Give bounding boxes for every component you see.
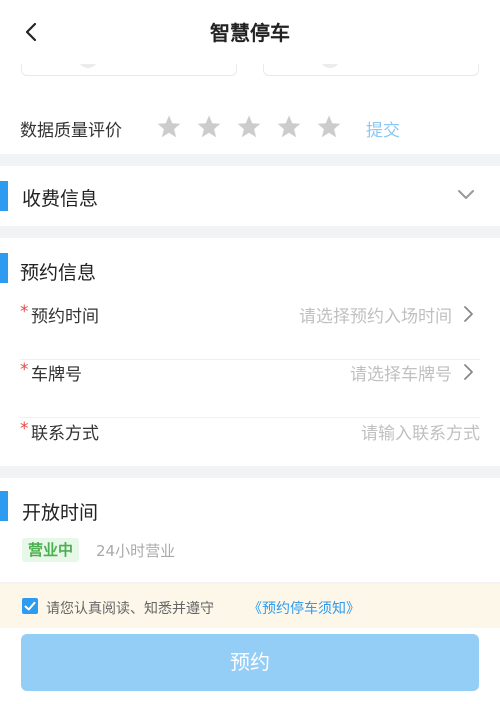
plate-number-field[interactable]: * 车牌号 请选择车牌号 [20,360,480,418]
chevron-right-icon [464,364,473,380]
agreement-checkbox[interactable] [22,598,38,614]
star-icon[interactable] [156,114,182,140]
reservation-time-placeholder[interactable]: 请选择预约入场时间 [299,302,452,327]
plate-number-placeholder[interactable]: 请选择车牌号 [350,360,452,385]
rating-submit-link[interactable]: 提交 [366,116,400,141]
field-label: 车牌号 [31,365,82,385]
open-hours-title: 开放时间 [22,502,99,524]
chevron-right-icon [464,306,473,322]
agreement-bar: 请您认真阅读、知悉并遵守 《预约停车须知》 [0,584,500,628]
status-badge: 营业中 [22,538,80,562]
nav-bar: 智慧停车 [0,0,500,64]
reservation-section: 预约信息 * 预约时间 请选择预约入场时间 * 车牌号 请选择车牌号 * 联系方… [0,238,500,466]
required-mark: * [20,360,29,380]
star-icon[interactable] [236,114,262,140]
contact-field[interactable]: * 联系方式 请输入联系方式 [20,419,480,477]
reservation-section-title: 预约信息 [20,262,97,284]
section-accent-bar [0,181,8,211]
footer: 预约 [0,628,500,704]
fee-section[interactable]: 收费信息 [0,166,500,226]
star-rating[interactable] [156,114,342,140]
star-icon[interactable] [196,114,222,140]
chevron-down-icon[interactable] [456,188,476,202]
section-accent-bar [0,253,8,283]
contact-input[interactable]: 请输入联系方式 [361,419,480,444]
page-title: 智慧停车 [210,21,290,45]
field-label: 联系方式 [31,424,99,444]
star-icon[interactable] [276,114,302,140]
field-label: 预约时间 [31,307,99,327]
agreement-link[interactable]: 《预约停车须知》 [248,598,360,618]
fee-section-title: 收费信息 [22,188,99,210]
hours-text: 24小时营业 [96,542,176,560]
rating-label: 数据质量评价 [20,121,122,141]
open-hours-section: 开放时间 营业中 24小时营业 [0,478,500,582]
agreement-text: 请您认真阅读、知悉并遵守 [46,601,214,617]
star-icon[interactable] [316,114,342,140]
reservation-time-field[interactable]: * 预约时间 请选择预约入场时间 [20,302,480,360]
check-icon [24,601,36,611]
reserve-button[interactable]: 预约 [21,634,479,691]
required-mark: * [20,419,29,439]
section-accent-bar [0,491,8,521]
required-mark: * [20,302,29,322]
